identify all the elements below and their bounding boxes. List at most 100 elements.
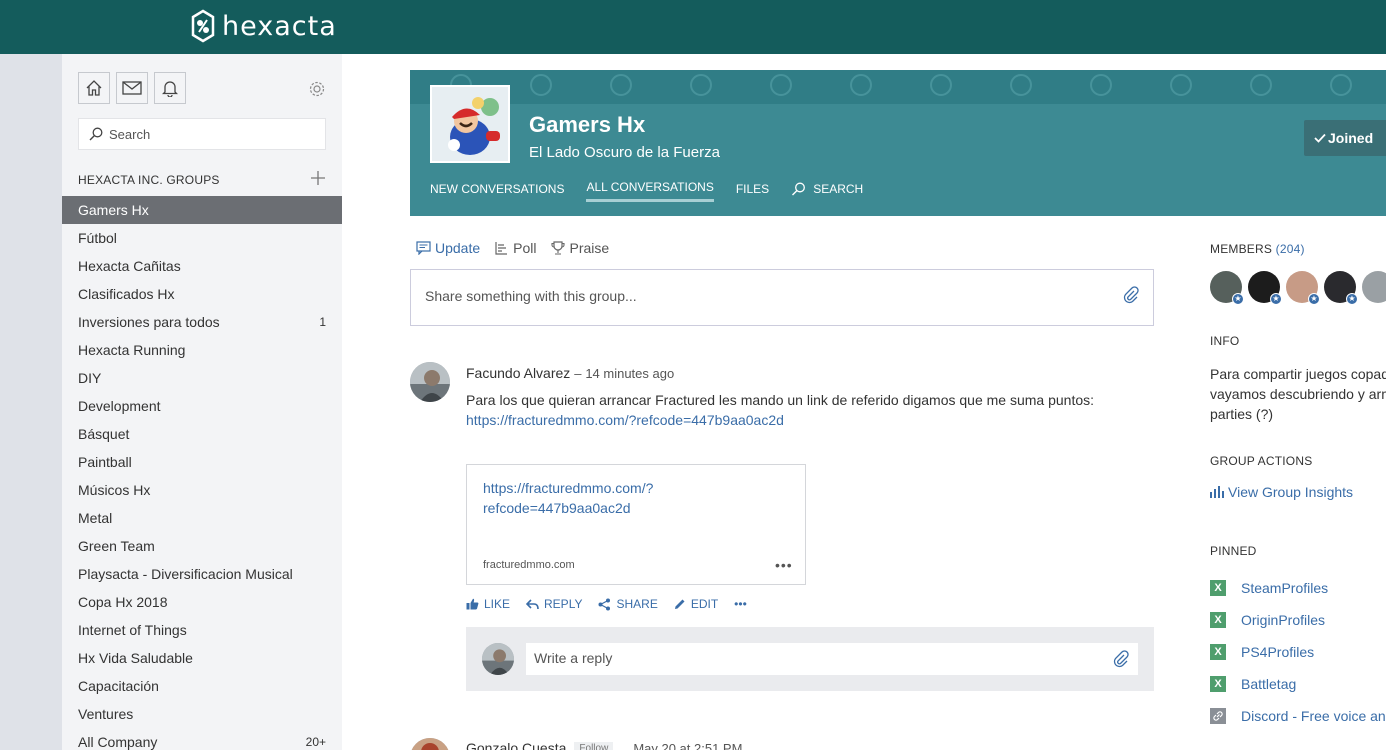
home-button[interactable] bbox=[78, 72, 110, 104]
group-item[interactable]: Copa Hx 2018 bbox=[62, 588, 342, 616]
group-item[interactable]: Básquet bbox=[62, 420, 342, 448]
tab-search[interactable]: SEARCH bbox=[791, 180, 863, 202]
member-avatar[interactable]: ★ bbox=[1324, 271, 1358, 305]
link-preview-url[interactable]: https://fracturedmmo.com/? refcode=447b9… bbox=[483, 478, 723, 518]
group-label: Inversiones para todos bbox=[78, 314, 220, 330]
poll-icon bbox=[495, 242, 508, 255]
info-line: vayamos descubriendo y arm bbox=[1210, 386, 1386, 402]
post-link[interactable]: https://fracturedmmo.com/?refcode=447b9a… bbox=[466, 410, 1106, 430]
tab-new-conversations[interactable]: NEW CONVERSATIONS bbox=[430, 180, 564, 202]
tab-files[interactable]: FILES bbox=[736, 180, 769, 202]
search-icon bbox=[89, 127, 103, 141]
group-item[interactable]: Playsacta - Diversificacion Musical bbox=[62, 560, 342, 588]
sidebar-search[interactable] bbox=[78, 118, 326, 150]
follow-button[interactable]: Follow bbox=[574, 741, 614, 750]
group-item[interactable]: All Company 20+ bbox=[62, 728, 342, 750]
group-item[interactable]: DIY bbox=[62, 364, 342, 392]
unread-count: 1 bbox=[319, 315, 326, 329]
group-label: Green Team bbox=[78, 538, 155, 554]
share-button[interactable]: SHARE bbox=[598, 597, 658, 611]
author-name[interactable]: Gonzalo Cuesta bbox=[466, 740, 566, 750]
group-title: Gamers Hx bbox=[529, 112, 646, 137]
pinned-item[interactable]: X Battletag bbox=[1210, 668, 1386, 700]
reply-button[interactable]: REPLY bbox=[526, 597, 582, 611]
tab-poll[interactable]: Poll bbox=[494, 240, 537, 256]
tab-praise[interactable]: Praise bbox=[550, 240, 609, 256]
post-time[interactable]: May 20 at 2:51 PM bbox=[633, 741, 742, 750]
post-time[interactable]: 14 minutes ago bbox=[585, 366, 674, 381]
attachment-icon[interactable] bbox=[1122, 286, 1140, 304]
hexacta-logo[interactable]: hexacta bbox=[190, 8, 337, 44]
group-item[interactable]: Metal bbox=[62, 504, 342, 532]
members-count[interactable]: (204) bbox=[1276, 242, 1305, 256]
member-avatar[interactable]: ★ bbox=[1286, 271, 1320, 305]
pinned-item[interactable]: X PS4Profiles bbox=[1210, 636, 1386, 668]
member-avatar[interactable]: ★ bbox=[1248, 271, 1282, 305]
pinned-list: X SteamProfiles X OriginProfiles X PS4Profi… bbox=[1210, 572, 1386, 732]
view-insights-link[interactable]: View Group Insights bbox=[1210, 484, 1353, 500]
group-label: Ventures bbox=[78, 706, 134, 722]
post-header: Facundo Alvarez – 14 minutes ago bbox=[466, 365, 674, 381]
edit-button[interactable]: EDIT bbox=[674, 597, 718, 611]
tab-all-conversations[interactable]: ALL CONVERSATIONS bbox=[586, 180, 714, 202]
group-item[interactable]: Capacitación bbox=[62, 672, 342, 700]
member-avatar[interactable]: ★ bbox=[1210, 271, 1244, 305]
info-text: Para compartir juegos copad vayamos desc… bbox=[1210, 364, 1386, 424]
link-preview-more-button[interactable]: ••• bbox=[775, 557, 793, 573]
group-item[interactable]: Ventures bbox=[62, 700, 342, 728]
group-item[interactable]: Internet of Things bbox=[62, 616, 342, 644]
group-item[interactable]: Fútbol bbox=[62, 224, 342, 252]
info-heading: INFO bbox=[1210, 334, 1240, 348]
mail-icon bbox=[122, 81, 142, 95]
share-input[interactable] bbox=[425, 288, 1105, 304]
group-item[interactable]: Inversiones para todos 1 bbox=[62, 308, 342, 336]
group-item[interactable]: Development bbox=[62, 392, 342, 420]
group-item[interactable]: Hx Vida Saludable bbox=[62, 644, 342, 672]
attachment-icon[interactable] bbox=[1112, 650, 1130, 668]
publisher-box[interactable] bbox=[410, 269, 1154, 326]
avatar-photo bbox=[482, 643, 514, 675]
excel-file-icon: X bbox=[1210, 676, 1226, 692]
view-insights-label: View Group Insights bbox=[1228, 484, 1354, 500]
group-item[interactable]: Hexacta Running bbox=[62, 336, 342, 364]
post-body: Para los que quieran arrancar Fractured … bbox=[466, 390, 1106, 430]
group-item[interactable]: Paintball bbox=[62, 448, 342, 476]
joined-button[interactable]: Joined bbox=[1304, 120, 1386, 156]
group-item[interactable]: Músicos Hx bbox=[62, 476, 342, 504]
group-label: Clasificados Hx bbox=[78, 286, 175, 302]
group-item[interactable]: Clasificados Hx bbox=[62, 280, 342, 308]
tab-update[interactable]: Update bbox=[416, 240, 480, 256]
brand-name: hexacta bbox=[222, 10, 337, 42]
group-label: Metal bbox=[78, 510, 113, 526]
author-name[interactable]: Facundo Alvarez bbox=[466, 365, 570, 381]
group-item[interactable]: Gamers Hx bbox=[62, 196, 342, 224]
inbox-button[interactable] bbox=[116, 72, 148, 104]
edit-label: EDIT bbox=[690, 597, 719, 611]
reply-box[interactable] bbox=[526, 643, 1138, 675]
member-avatar[interactable] bbox=[1362, 271, 1386, 303]
sidebar: HEXACTA INC. GROUPS Gamers Hx Fútbol Hex… bbox=[62, 54, 342, 750]
top-bar: hexacta bbox=[0, 0, 1386, 54]
reply-input[interactable] bbox=[534, 650, 1104, 666]
share-icon bbox=[598, 598, 611, 610]
more-actions-button[interactable]: ••• bbox=[734, 597, 747, 611]
publisher-tabs: Update Poll Praise bbox=[416, 240, 623, 256]
add-group-icon[interactable] bbox=[310, 170, 326, 186]
author-avatar[interactable] bbox=[410, 362, 450, 402]
group-item[interactable]: Green Team bbox=[62, 532, 342, 560]
link-preview-card[interactable]: https://fracturedmmo.com/? refcode=447b9… bbox=[466, 464, 806, 585]
search-input[interactable] bbox=[109, 126, 309, 142]
like-button[interactable]: LIKE bbox=[466, 597, 510, 611]
pinned-label: OriginProfiles bbox=[1241, 612, 1326, 628]
group-item[interactable]: Hexacta Cañitas bbox=[62, 252, 342, 280]
notifications-button[interactable] bbox=[154, 72, 186, 104]
group-tabs: NEW CONVERSATIONS ALL CONVERSATIONS FILE… bbox=[430, 180, 885, 202]
groups-heading: HEXACTA INC. GROUPS bbox=[78, 173, 220, 187]
pinned-item[interactable]: X SteamProfiles bbox=[1210, 572, 1386, 604]
author-avatar[interactable] bbox=[410, 738, 450, 750]
avatar-photo bbox=[410, 362, 450, 402]
pinned-item[interactable]: X OriginProfiles bbox=[1210, 604, 1386, 636]
pinned-item[interactable]: Discord - Free voice and bbox=[1210, 700, 1386, 732]
gear-icon[interactable] bbox=[308, 80, 326, 98]
group-subtitle: El Lado Oscuro de la Fuerza bbox=[529, 144, 720, 161]
